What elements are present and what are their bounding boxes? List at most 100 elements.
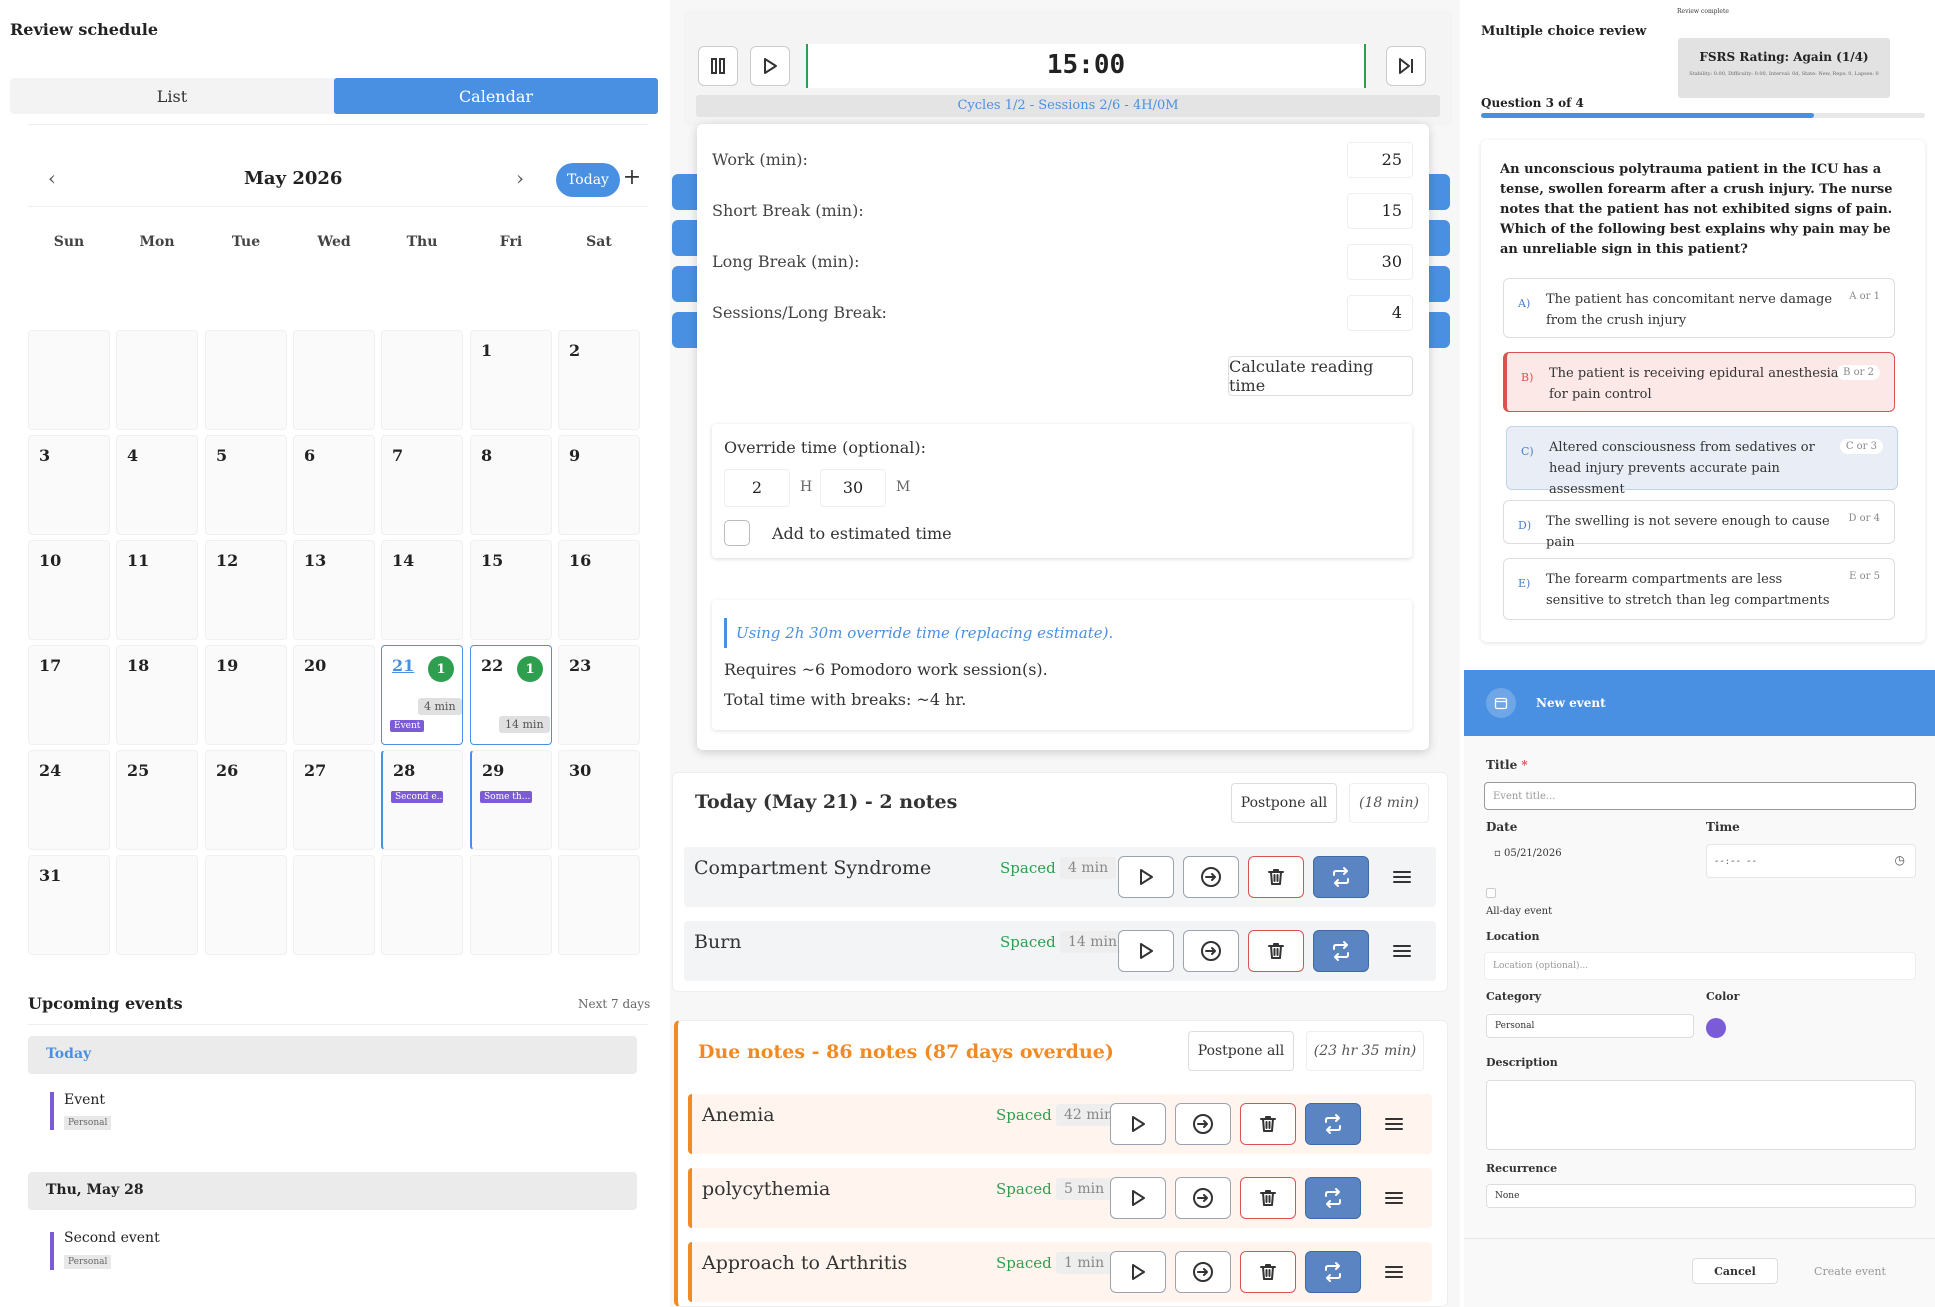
skip-button[interactable] (1386, 46, 1426, 86)
sessions-input[interactable]: 4 (1347, 295, 1413, 331)
calendar-day-cell[interactable]: 16 (558, 540, 640, 640)
delete-button[interactable] (1248, 856, 1304, 898)
calendar-day-cell[interactable]: 23 (558, 645, 640, 745)
today-button[interactable]: Today (556, 163, 620, 197)
upcoming-event-item[interactable]: Event Personal (28, 1074, 637, 1164)
calendar-day-cell[interactable]: 22 1 14 min (470, 645, 552, 745)
calendar-day-cell[interactable]: 24 (28, 750, 110, 850)
next-month-button[interactable]: › (508, 166, 532, 190)
open-button[interactable] (1175, 1103, 1231, 1145)
reschedule-button[interactable] (1313, 930, 1369, 972)
create-event-button[interactable]: Create event (1794, 1258, 1906, 1284)
open-button[interactable] (1183, 856, 1239, 898)
add-event-button[interactable]: + (622, 164, 642, 190)
calendar-day-cell[interactable]: 31 (28, 855, 110, 955)
long-break-input[interactable]: 30 (1347, 244, 1413, 280)
note-title[interactable]: Compartment Syndrome (694, 857, 931, 879)
calendar-day-cell[interactable]: 11 (116, 540, 198, 640)
reschedule-button[interactable] (1305, 1103, 1361, 1145)
answer-option[interactable]: D) The swelling is not severe enough to c… (1503, 500, 1895, 550)
reschedule-button[interactable] (1305, 1177, 1361, 1219)
reschedule-button[interactable] (1313, 856, 1369, 898)
answer-option[interactable]: E) The forearm compartments are less sens… (1503, 558, 1895, 620)
add-to-estimate-checkbox[interactable] (724, 520, 750, 546)
calendar-day-cell[interactable]: 14 (381, 540, 463, 640)
delete-button[interactable] (1248, 930, 1304, 972)
calendar-day-cell[interactable]: 27 (293, 750, 375, 850)
postpone-all-button[interactable]: Postpone all (1231, 783, 1337, 823)
calendar-day-cell[interactable]: 26 (205, 750, 287, 850)
delete-button[interactable] (1240, 1177, 1296, 1219)
calendar-day-cell[interactable]: 29 Some th... (470, 750, 552, 850)
date-input[interactable]: ▫ 05/21/2026 (1494, 848, 1562, 859)
calendar-day-cell[interactable]: 4 (116, 435, 198, 535)
tab-list[interactable]: List (10, 78, 334, 114)
note-title[interactable]: Anemia (702, 1104, 775, 1126)
play-button[interactable] (1110, 1177, 1166, 1219)
play-button[interactable] (1118, 856, 1174, 898)
calendar-day-cell[interactable]: 3 (28, 435, 110, 535)
delete-button[interactable] (1240, 1103, 1296, 1145)
work-input[interactable]: 25 (1347, 142, 1413, 178)
open-button[interactable] (1175, 1251, 1231, 1293)
note-title[interactable]: Approach to Arthritis (702, 1252, 907, 1274)
calendar-day-cell[interactable]: 8 (470, 435, 552, 535)
play-button[interactable] (750, 46, 790, 86)
prev-month-button[interactable]: ‹ (40, 166, 64, 190)
calendar-day-cell[interactable]: 2 (558, 330, 640, 430)
delete-button[interactable] (1240, 1251, 1296, 1293)
calendar-day-cell[interactable]: 25 (116, 750, 198, 850)
answer-option[interactable]: A) The patient has concomitant nerve dama… (1503, 278, 1895, 338)
calendar-day-cell[interactable]: 19 (205, 645, 287, 745)
color-picker[interactable] (1706, 1018, 1726, 1038)
drag-handle[interactable] (1388, 865, 1416, 889)
calendar-day-cell[interactable]: 30 (558, 750, 640, 850)
drag-handle[interactable] (1388, 939, 1416, 963)
time-input[interactable]: --:-- -- ◷ (1706, 844, 1916, 878)
open-button[interactable] (1175, 1177, 1231, 1219)
override-minutes-input[interactable]: 30 (820, 469, 886, 507)
calendar-day-cell[interactable]: 28 Second e... (381, 750, 463, 850)
calendar-day-cell[interactable]: 13 (293, 540, 375, 640)
cancel-button[interactable]: Cancel (1692, 1258, 1778, 1284)
calendar-day-cell[interactable]: 10 (28, 540, 110, 640)
description-textarea[interactable] (1486, 1080, 1916, 1150)
calendar-day-cell[interactable]: 12 (205, 540, 287, 640)
location-input[interactable]: Location (optional)... (1484, 952, 1916, 980)
open-button[interactable] (1183, 930, 1239, 972)
calendar-day-cell[interactable]: 20 (293, 645, 375, 745)
answer-option[interactable]: C) Altered consciousness from sedatives o… (1506, 426, 1898, 497)
drag-handle[interactable] (1380, 1186, 1408, 1210)
short-break-input[interactable]: 15 (1347, 193, 1413, 229)
play-button[interactable] (1110, 1251, 1166, 1293)
recurrence-select[interactable]: None (1486, 1184, 1916, 1208)
reschedule-button[interactable] (1305, 1251, 1361, 1293)
event-tag[interactable]: Some th... (480, 791, 532, 803)
postpone-all-due-button[interactable]: Postpone all (1188, 1031, 1294, 1071)
category-select[interactable]: Personal (1486, 1014, 1694, 1038)
note-title[interactable]: polycythemia (702, 1178, 830, 1200)
note-title[interactable]: Burn (694, 931, 742, 953)
upcoming-event-item[interactable]: Second event Personal (28, 1210, 637, 1286)
drag-handle[interactable] (1380, 1260, 1408, 1284)
event-tag[interactable]: Event (390, 720, 425, 732)
calendar-day-cell[interactable]: 7 (381, 435, 463, 535)
event-tag[interactable]: Second e... (391, 791, 443, 803)
calendar-day-cell[interactable]: 5 (205, 435, 287, 535)
drag-handle[interactable] (1380, 1112, 1408, 1136)
override-hours-input[interactable]: 2 (724, 469, 790, 507)
play-button[interactable] (1110, 1103, 1166, 1145)
calendar-day-cell[interactable]: 18 (116, 645, 198, 745)
tab-calendar[interactable]: Calendar (334, 78, 658, 114)
calendar-day-cell[interactable]: 6 (293, 435, 375, 535)
calendar-day-cell[interactable]: 17 (28, 645, 110, 745)
calendar-day-cell[interactable]: 15 (470, 540, 552, 640)
title-input[interactable]: Event title... (1484, 782, 1916, 810)
pause-button[interactable] (698, 46, 738, 86)
play-button[interactable] (1118, 930, 1174, 972)
all-day-checkbox[interactable] (1486, 888, 1496, 898)
calendar-day-cell[interactable]: 9 (558, 435, 640, 535)
calculate-reading-time-button[interactable]: Calculate reading time (1228, 356, 1413, 396)
calendar-day-cell[interactable]: 21 1 4 min Event (381, 645, 463, 745)
calendar-day-cell[interactable]: 1 (470, 330, 552, 430)
